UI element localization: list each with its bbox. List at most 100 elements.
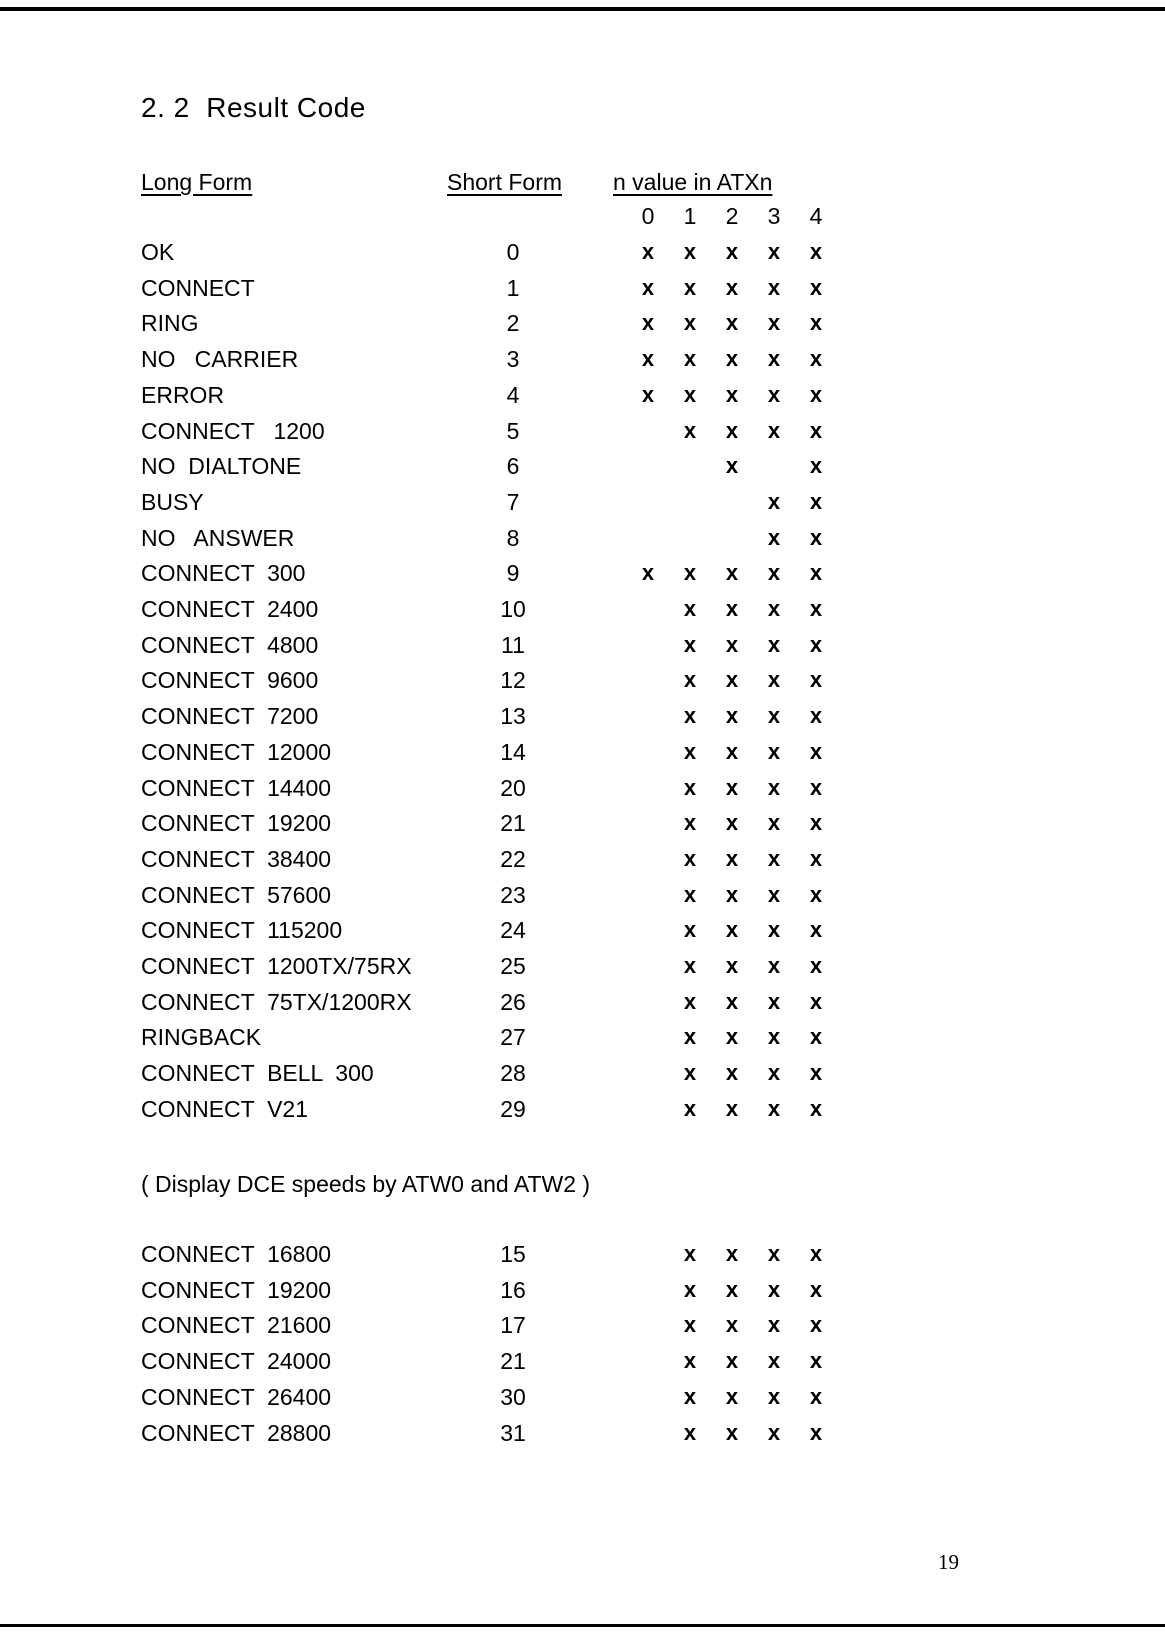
n-value-mark-4: x — [809, 560, 823, 586]
n-value-mark-1: x — [683, 381, 697, 407]
n-value-mark-1: x — [683, 1312, 697, 1338]
column-header-short-form: Short Form — [447, 169, 563, 195]
table-row: RINGBACK 27 x x x x — [0, 1024, 1165, 1060]
result-code-short-form: 17 — [500, 1312, 526, 1339]
result-code-long-form: NO DIALTONE — [141, 453, 302, 480]
n-value-mark-3: x — [767, 488, 781, 514]
column-header-long-form: Long Form — [141, 169, 253, 195]
n-value-mark-4: x — [809, 488, 823, 514]
n-value-mark-4: x — [809, 953, 823, 978]
n-value-mark-1: x — [683, 1348, 697, 1374]
table-row: CONNECT 24000 21 x x x x — [0, 1348, 1165, 1384]
result-code-long-form: CONNECT 9600 — [141, 667, 319, 694]
n-value-mark-3: x — [767, 953, 781, 978]
n-value-mark-2: x — [725, 417, 739, 443]
n-value-mark-4: x — [809, 667, 823, 693]
table-row: CONNECT 16800 15 x x x x — [0, 1241, 1165, 1277]
n-value-mark-4: x — [809, 703, 823, 729]
table-row: CONNECT 12000 14 x x x x — [0, 739, 1165, 775]
n-value-mark-1: x — [683, 953, 697, 978]
n-value-mark-4: x — [809, 1419, 823, 1445]
n-value-marks: xx — [630, 453, 860, 483]
table-row: CONNECT 19200 21 x x x x — [0, 810, 1165, 846]
result-code-long-form: CONNECT 12000 — [141, 738, 332, 765]
table-row: NO ANSWER 8 x x — [0, 525, 1165, 561]
n-value-marks: xxxx — [630, 1096, 860, 1126]
n-value-mark-4: x — [809, 1241, 823, 1266]
result-code-long-form: NO ANSWER — [141, 524, 295, 551]
n-value-mark-2: x — [725, 596, 739, 621]
table-row: RING 2 x x x x x — [0, 310, 1165, 346]
n-value-mark-2: x — [725, 1024, 739, 1050]
n-value-marks: xxxx — [630, 810, 860, 840]
n-value-mark-4: x — [809, 1383, 823, 1409]
table-row: CONNECT 19200 16 x x x x — [0, 1277, 1165, 1313]
n-value-mark-4: x — [809, 1095, 823, 1121]
n-value-marks: xxxxx — [630, 310, 860, 340]
n-value-mark-3: x — [767, 810, 781, 836]
page-title: 2. 2 Result Code — [141, 92, 366, 123]
n-value-mark-1: x — [683, 738, 697, 764]
n-value-mark-2: x — [725, 1383, 739, 1409]
n-value-mark-1: x — [683, 1060, 697, 1086]
n-value-mark-1: x — [683, 560, 697, 586]
n-value-digit-0: 0 — [641, 203, 655, 229]
n-value-mark-3: x — [767, 703, 781, 729]
n-value-mark-3: x — [767, 774, 781, 800]
result-code-short-form: 24 — [500, 917, 526, 944]
n-value-digit-1: 1 — [683, 203, 697, 229]
n-value-mark-1: x — [683, 1419, 697, 1445]
result-code-short-form: 29 — [500, 1095, 526, 1122]
n-value-mark-4: x — [809, 1276, 823, 1302]
n-value-mark-3: x — [767, 1276, 781, 1302]
n-value-mark-4: x — [809, 881, 823, 907]
n-value-mark-2: x — [725, 453, 739, 479]
n-value-mark-3: x — [767, 1024, 781, 1050]
n-value-mark-1: x — [683, 1024, 697, 1050]
result-code-long-form: CONNECT 1200TX/75RX — [141, 953, 412, 979]
n-value-marks: xxxxx — [630, 382, 860, 412]
n-value-mark-2: x — [725, 560, 739, 586]
n-value-mark-3: x — [767, 274, 781, 300]
n-value-mark-1: x — [683, 1276, 697, 1302]
result-code-long-form: RINGBACK — [141, 1024, 262, 1051]
n-value-mark-3: x — [767, 560, 781, 586]
n-value-mark-1: x — [683, 631, 697, 657]
result-code-short-form: 7 — [506, 488, 520, 515]
n-value-marks: xx — [630, 525, 860, 555]
result-code-short-form: 25 — [500, 953, 526, 979]
result-code-long-form: OK — [141, 239, 175, 265]
n-value-mark-3: x — [767, 667, 781, 693]
result-code-short-form: 0 — [506, 239, 520, 265]
n-value-mark-2: x — [725, 310, 739, 336]
table-row: CONNECT BELL 300 28 x x x x — [0, 1060, 1165, 1096]
page-bottom-rule — [0, 1624, 1165, 1627]
n-value-mark-1: x — [683, 310, 697, 336]
n-value-marks: xxxxx — [630, 275, 860, 305]
n-value-mark-2: x — [725, 667, 739, 693]
table-row: CONNECT 28800 31 x x x x — [0, 1420, 1165, 1456]
n-value-marks: xxxxx — [630, 346, 860, 376]
result-code-long-form: CONNECT 75TX/1200RX — [141, 988, 412, 1015]
n-value-mark-2: x — [725, 1241, 739, 1266]
n-value-mark-0: x — [641, 560, 655, 586]
result-code-long-form: BUSY — [141, 488, 204, 515]
result-code-long-form: CONNECT 7200 — [141, 703, 319, 730]
n-value-marks: xxxx — [630, 1348, 860, 1378]
n-value-mark-1: x — [683, 703, 697, 729]
result-code-long-form: CONNECT 57600 — [141, 881, 332, 908]
result-code-long-form: CONNECT 28800 — [141, 1419, 332, 1446]
result-code-short-form: 14 — [500, 738, 526, 765]
n-value-mark-1: x — [683, 596, 697, 621]
n-value-mark-2: x — [725, 1348, 739, 1374]
table-row: CONNECT 300 9 x x x x x — [0, 560, 1165, 596]
result-code-short-form: 11 — [501, 631, 525, 658]
result-code-long-form: CONNECT BELL 300 — [141, 1060, 374, 1087]
n-value-mark-0: x — [641, 274, 655, 300]
n-value-mark-1: x — [683, 274, 697, 300]
result-code-short-form: 10 — [500, 596, 526, 622]
n-value-mark-2: x — [725, 1276, 739, 1302]
n-value-marks: xxxx — [630, 917, 860, 947]
n-value-digit-4: 4 — [809, 203, 823, 229]
n-value-mark-3: x — [767, 417, 781, 443]
